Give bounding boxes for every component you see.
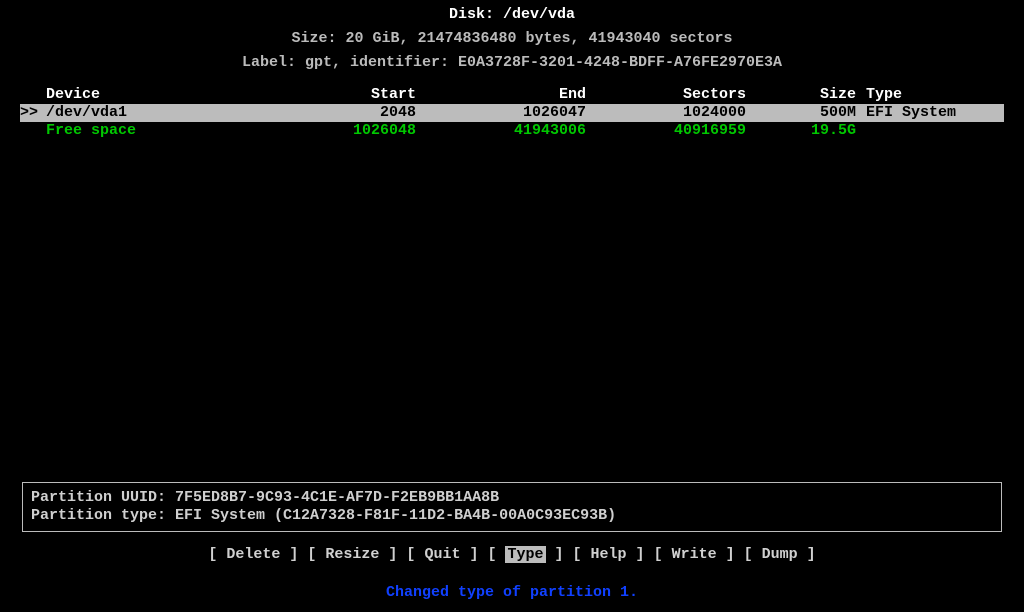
cell-device: /dev/vda1 [44,104,286,121]
menu-quit[interactable]: Quit [424,546,460,563]
cell-sectors: 1024000 [586,104,746,121]
col-type: Type [856,86,1004,103]
cell-sectors: 40916959 [586,122,746,139]
action-menu: [ Delete ] [ Resize ] [ Quit ] [ Type ] … [0,546,1024,563]
col-size: Size [746,86,856,103]
cell-size: 19.5G [746,122,856,139]
cell-type: EFI System [856,104,1004,121]
partition-table: Device Start End Sectors Size Type >> /d… [20,86,1004,140]
cell-size: 500M [746,104,856,121]
disk-title: Disk: /dev/vda [0,6,1024,24]
partition-table-header: Device Start End Sectors Size Type [20,86,1004,104]
menu-type[interactable]: Type [505,546,545,563]
disk-label-line: Label: gpt, identifier: E0A3728F-3201-42… [0,54,1024,72]
disk-size-line: Size: 20 GiB, 21474836480 bytes, 4194304… [0,30,1024,48]
menu-resize[interactable]: Resize [325,546,379,563]
col-end: End [416,86,586,103]
menu-write[interactable]: Write [672,546,717,563]
col-device: Device [44,86,286,103]
col-sectors: Sectors [586,86,746,103]
partition-uuid-line: Partition UUID: 7F5ED8B7-9C93-4C1E-AF7D-… [31,489,993,507]
partition-row[interactable]: >> /dev/vda1 2048 1026047 1024000 500M E… [20,104,1004,122]
row-selection-mark: >> [20,104,44,121]
menu-delete[interactable]: Delete [226,546,280,563]
partition-row[interactable]: Free space 1026048 41943006 40916959 19.… [20,122,1004,140]
status-message: Changed type of partition 1. [0,584,1024,601]
cell-end: 41943006 [416,122,586,139]
cell-start: 2048 [286,104,416,121]
menu-dump[interactable]: Dump [762,546,798,563]
partition-type-line: Partition type: EFI System (C12A7328-F81… [31,507,993,525]
cell-end: 1026047 [416,104,586,121]
menu-help[interactable]: Help [591,546,627,563]
cell-start: 1026048 [286,122,416,139]
cell-device: Free space [44,122,286,139]
partition-info-box: Partition UUID: 7F5ED8B7-9C93-4C1E-AF7D-… [22,482,1002,532]
col-start: Start [286,86,416,103]
